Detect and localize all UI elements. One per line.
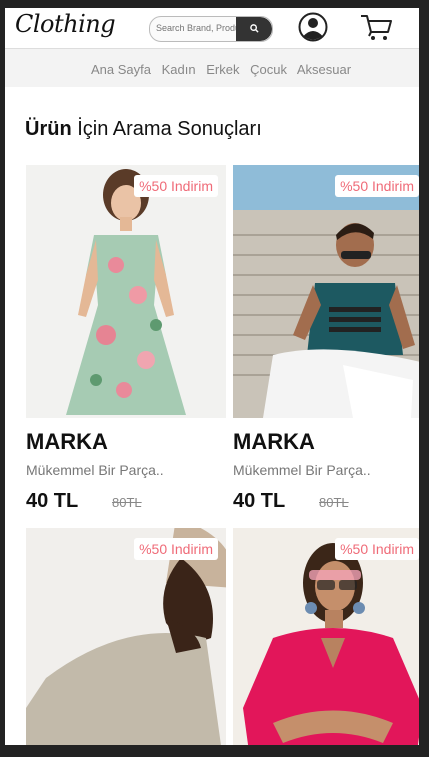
product-old-price: 80TL [319, 495, 349, 510]
product-image[interactable]: %50 Indirim [233, 528, 419, 745]
search-button[interactable] [236, 17, 272, 41]
product-description: Mükemmel Bir Parça.. [26, 462, 164, 478]
nav-item-kids[interactable]: Çocuk [250, 62, 287, 77]
product-price: 40 TL [233, 490, 286, 512]
shopping-cart-icon[interactable] [359, 12, 393, 42]
search-input[interactable] [150, 17, 240, 39]
search-bar [149, 16, 273, 42]
header: Clothing [5, 8, 419, 49]
nav-item-women[interactable]: Kadın [162, 62, 196, 77]
product-brand[interactable]: MARKA [233, 429, 315, 455]
product-price: 40 TL [26, 490, 79, 512]
product-image[interactable]: %50 Indirim [26, 528, 226, 745]
product-description: Mükemmel Bir Parça.. [233, 462, 371, 478]
product-image[interactable]: %50 Indirim [233, 165, 419, 418]
search-icon [250, 24, 259, 33]
user-circle-icon[interactable] [298, 12, 328, 42]
nav-item-men[interactable]: Erkek [206, 62, 239, 77]
product-old-price: 80TL [112, 495, 142, 510]
page-title: Ürün İçin Arama Sonuçları [25, 118, 262, 141]
logo[interactable]: Clothing [15, 10, 116, 38]
nav-item-home[interactable]: Ana Sayfa [91, 62, 151, 77]
nav-item-accessories[interactable]: Aksesuar [297, 62, 351, 77]
discount-badge: %50 Indirim [335, 538, 419, 560]
category-nav: Ana Sayfa Kadın Erkek Çocuk Aksesuar [5, 49, 419, 87]
discount-badge: %50 Indirim [134, 175, 218, 197]
product-image[interactable]: %50 Indirim [26, 165, 226, 418]
product-brand[interactable]: MARKA [26, 429, 108, 455]
discount-badge: %50 Indirim [335, 175, 419, 197]
title-bold: Ürün [25, 118, 72, 140]
title-rest: İçin Arama Sonuçları [71, 118, 262, 140]
discount-badge: %50 Indirim [134, 538, 218, 560]
app-screen: Clothing Ana Sayfa Kadın Erkek [5, 8, 419, 745]
